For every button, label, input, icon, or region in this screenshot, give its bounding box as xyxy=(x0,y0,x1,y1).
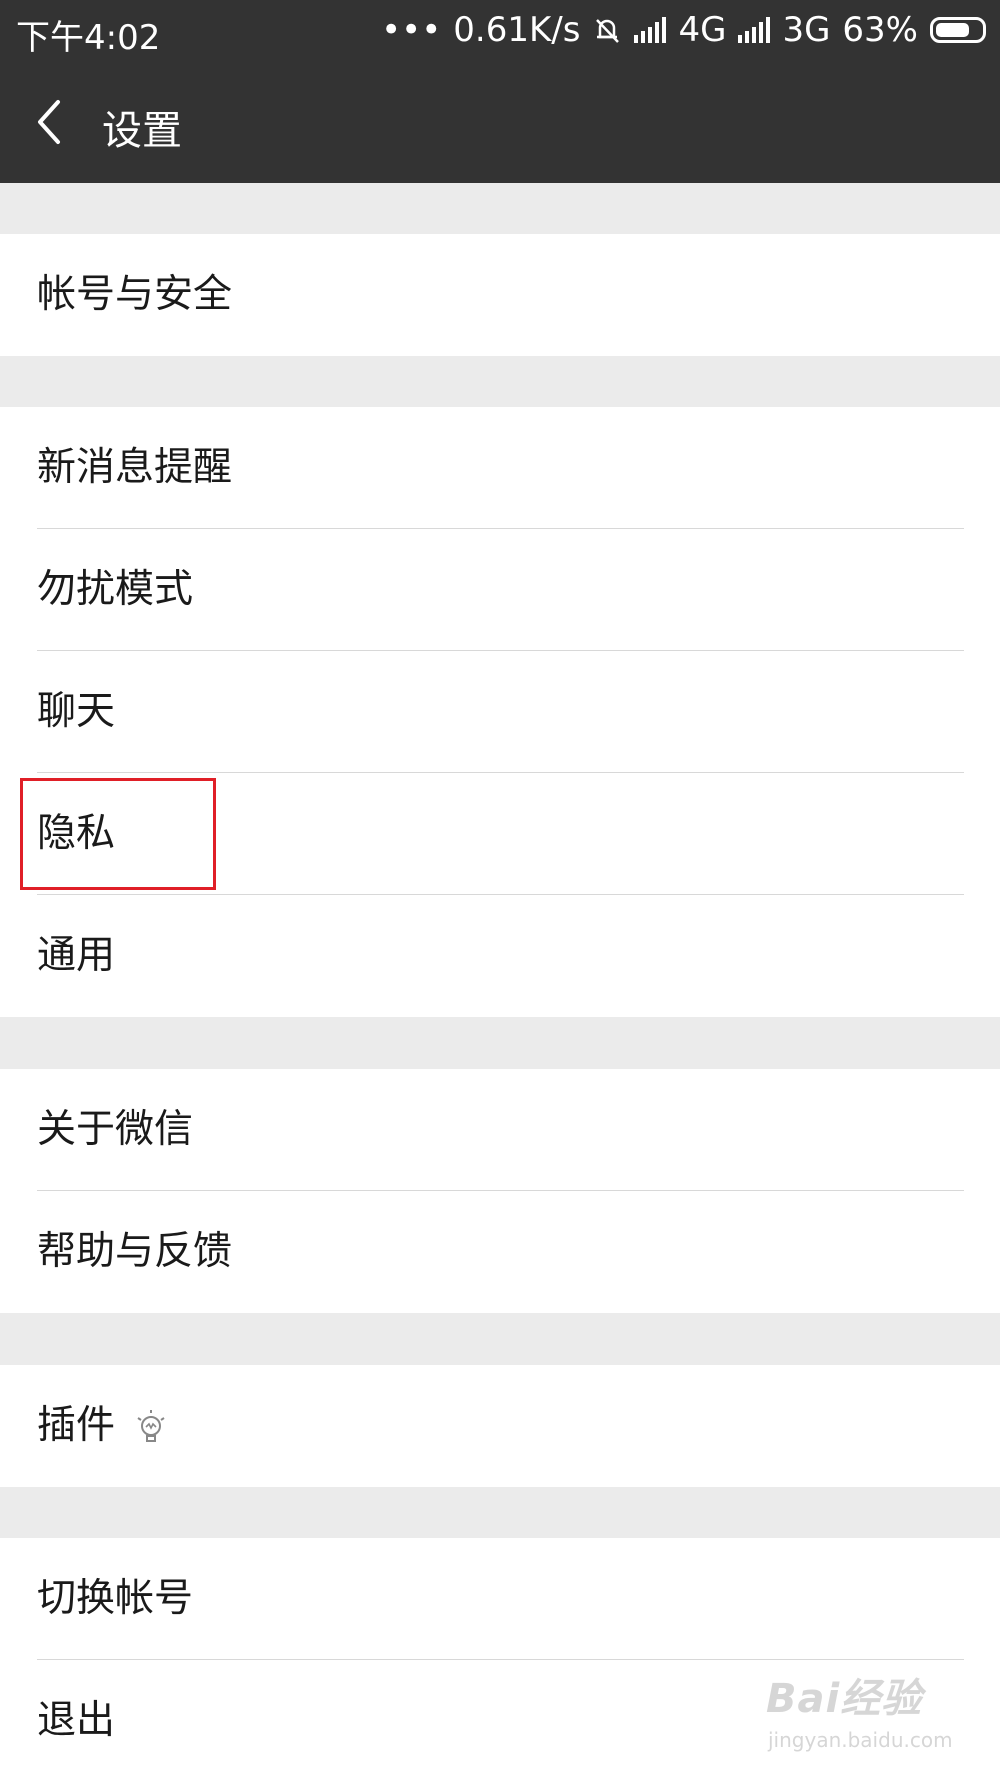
lightbulb-icon xyxy=(137,1410,165,1442)
settings-group-plugins: 插件 xyxy=(0,1365,1000,1487)
settings-item-plugins[interactable]: 插件 xyxy=(0,1365,1000,1487)
status-speed: 0.61K/s xyxy=(453,10,581,50)
settings-item-help-feedback[interactable]: 帮助与反馈 xyxy=(0,1191,1000,1313)
watermark-url: jingyan.baidu.com xyxy=(768,1728,953,1752)
mute-bell-icon xyxy=(596,19,620,43)
signal-icon xyxy=(738,17,771,43)
settings-item-new-message-alerts[interactable]: 新消息提醒 xyxy=(0,407,1000,529)
battery-icon xyxy=(930,17,986,43)
status-indicators: ••• 0.61K/s 4G 3G 63% xyxy=(381,10,986,50)
back-arrow-icon[interactable] xyxy=(30,96,70,148)
settings-item-label: 通用 xyxy=(37,933,116,978)
settings-item-label: 帐号与安全 xyxy=(37,272,233,317)
signal-icon xyxy=(634,17,667,43)
highlight-box-privacy xyxy=(20,778,216,890)
page-title: 设置 xyxy=(102,108,182,154)
settings-item-account-security[interactable]: 帐号与安全 xyxy=(0,234,1000,356)
settings-item-general[interactable]: 通用 xyxy=(0,895,1000,1017)
settings-group-main: 新消息提醒 勿扰模式 聊天 隐私 通用 xyxy=(0,407,1000,1017)
settings-item-about-wechat[interactable]: 关于微信 xyxy=(0,1069,1000,1191)
settings-item-switch-account[interactable]: 切换帐号 xyxy=(0,1538,1000,1660)
top-bar: 下午4:02 ••• 0.61K/s 4G 3G 63% 设置 xyxy=(0,0,1000,183)
settings-item-do-not-disturb[interactable]: 勿扰模式 xyxy=(0,529,1000,651)
status-more: ••• xyxy=(381,10,442,50)
battery-percent: 63% xyxy=(842,10,918,50)
settings-item-label: 退出 xyxy=(37,1698,116,1743)
settings-item-label: 聊天 xyxy=(37,689,116,734)
settings-group-account: 帐号与安全 xyxy=(0,234,1000,356)
watermark-brand: Bai经验 xyxy=(766,1676,923,1722)
status-bar: 下午4:02 ••• 0.61K/s 4G 3G 63% xyxy=(0,0,1000,60)
settings-item-label: 勿扰模式 xyxy=(37,567,194,612)
settings-item-chat[interactable]: 聊天 xyxy=(0,651,1000,773)
status-time: 下午4:02 xyxy=(16,18,161,58)
baidu-jingyan-watermark: Bai经验 jingyan.baidu.com xyxy=(766,1666,976,1758)
network-4g-label: 4G xyxy=(678,10,727,50)
settings-item-label: 关于微信 xyxy=(37,1107,194,1152)
network-3g-label: 3G xyxy=(782,10,831,50)
settings-group-about: 关于微信 帮助与反馈 xyxy=(0,1069,1000,1313)
settings-item-label: 插件 xyxy=(37,1403,116,1448)
nav-bar: 设置 xyxy=(0,60,1000,183)
settings-item-label: 帮助与反馈 xyxy=(37,1229,233,1274)
settings-item-label: 切换帐号 xyxy=(37,1576,194,1621)
settings-item-label: 新消息提醒 xyxy=(37,445,233,490)
